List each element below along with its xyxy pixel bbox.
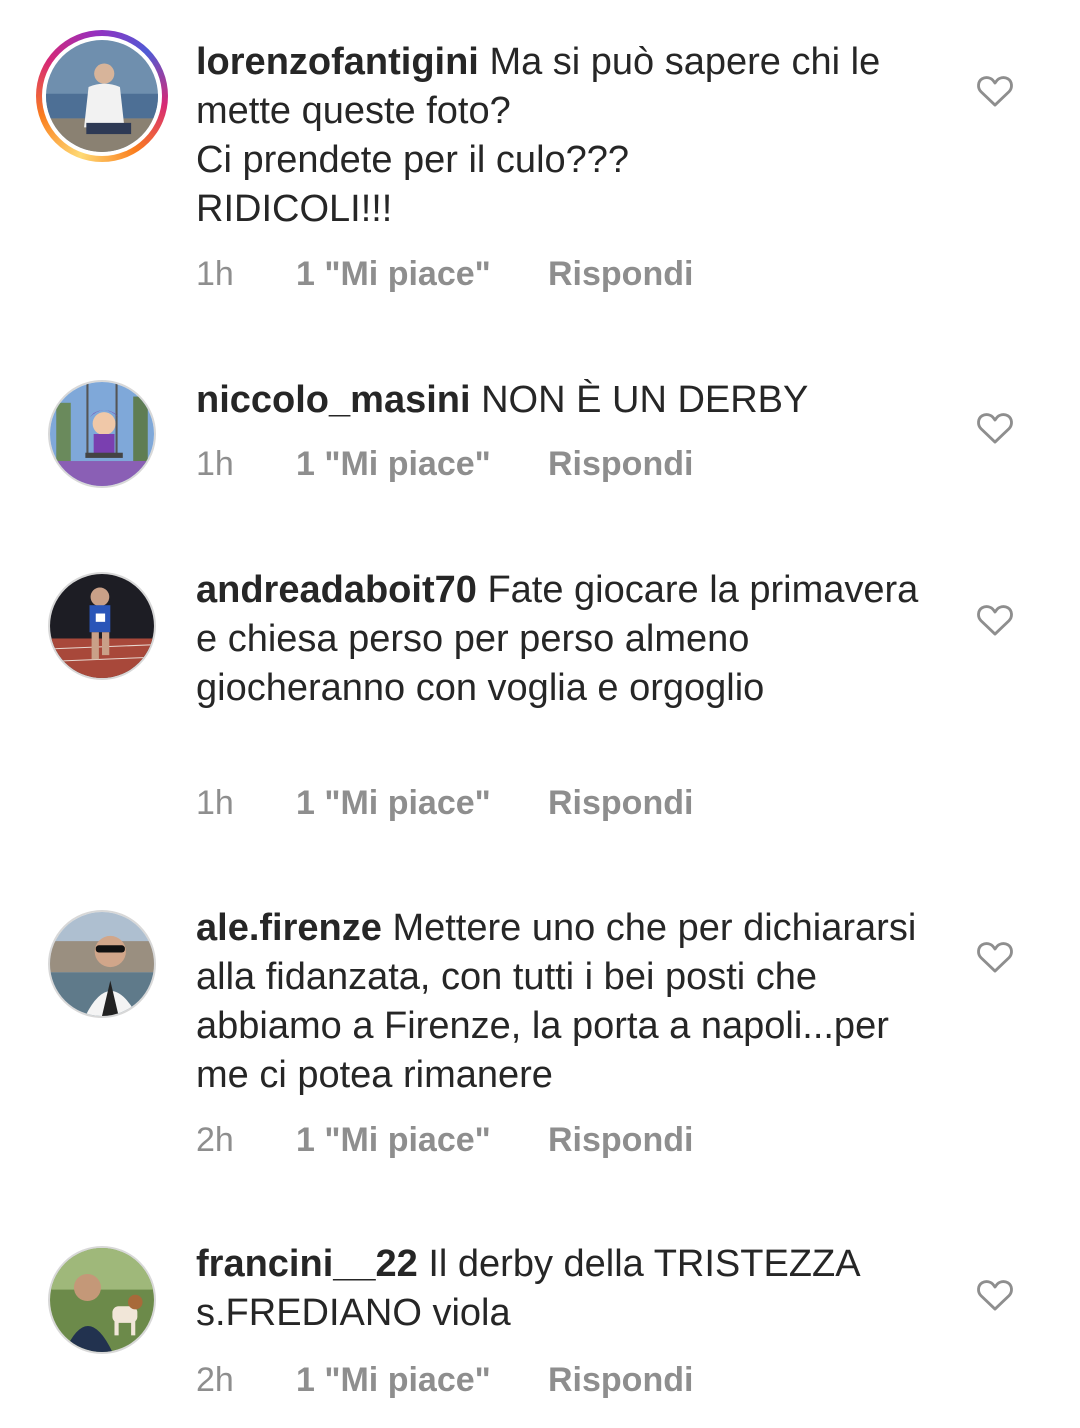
user-avatar-image — [50, 1248, 154, 1352]
avatar[interactable] — [46, 40, 158, 152]
comment-meta: 1h 1 "Mi piace" Rispondi — [196, 254, 693, 294]
comment-item: francini__22 Il derby della TRISTEZZA s.… — [0, 1210, 1080, 1428]
comment-text: ale.firenze Mettere uno che per dichiara… — [196, 904, 936, 1100]
comment-meta: 2h 1 "Mi piace" Rispondi — [196, 1120, 693, 1160]
heart-outline-icon[interactable] — [976, 409, 1014, 445]
comment-time: 1h — [196, 445, 234, 483]
comment-username[interactable]: francini__22 — [196, 1243, 418, 1285]
reply-button[interactable]: Rispondi — [548, 1120, 693, 1160]
comment-likes-link[interactable]: 1 "Mi piace" — [296, 444, 548, 484]
comment-body: NON È UN DERBY — [481, 379, 809, 421]
comment-text: lorenzofantigini Ma si può sapere chi le… — [196, 38, 936, 234]
comment-username[interactable]: niccolo_masini — [196, 379, 471, 421]
comment-item: ale.firenze Mettere uno che per dichiara… — [0, 870, 1080, 1210]
comment-likes-link[interactable]: 1 "Mi piace" — [296, 1120, 548, 1160]
comment-meta: 2h 1 "Mi piace" Rispondi — [196, 1360, 693, 1400]
heart-outline-icon[interactable] — [976, 72, 1014, 108]
user-avatar-image — [50, 574, 154, 678]
comment-meta: 1h 1 "Mi piace" Rispondi — [196, 444, 693, 484]
comment-username[interactable]: ale.firenze — [196, 907, 382, 949]
avatar[interactable] — [48, 380, 156, 488]
comment-time: 1h — [196, 784, 234, 822]
reply-button[interactable]: Rispondi — [548, 1360, 693, 1400]
comment-likes-link[interactable]: 1 "Mi piace" — [296, 1360, 548, 1400]
reply-button[interactable]: Rispondi — [548, 444, 693, 484]
comment-time: 1h — [196, 255, 234, 293]
reply-button[interactable]: Rispondi — [548, 254, 693, 294]
comment-text: francini__22 Il derby della TRISTEZZA s.… — [196, 1240, 936, 1338]
comment-meta: 1h 1 "Mi piace" Rispondi — [196, 783, 693, 823]
reply-button[interactable]: Rispondi — [548, 783, 693, 823]
user-avatar-image — [50, 912, 154, 1016]
comment-text: niccolo_masini NON È UN DERBY — [196, 376, 936, 425]
avatar[interactable] — [48, 910, 156, 1018]
heart-outline-icon[interactable] — [976, 1276, 1014, 1312]
comment-username[interactable]: andreadaboit70 — [196, 569, 477, 611]
avatar[interactable] — [48, 1246, 156, 1354]
comment-item: lorenzofantigini Ma si può sapere chi le… — [0, 0, 1080, 330]
user-avatar-image — [46, 40, 158, 152]
comment-item: andreadaboit70 Fate giocare la primavera… — [0, 530, 1080, 870]
comment-time: 2h — [196, 1361, 234, 1399]
comment-text: andreadaboit70 Fate giocare la primavera… — [196, 566, 936, 713]
comment-item: niccolo_masini NON È UN DERBY 1h 1 "Mi pi… — [0, 330, 1080, 530]
comment-username[interactable]: lorenzofantigini — [196, 41, 479, 83]
heart-outline-icon[interactable] — [976, 938, 1014, 974]
comment-likes-link[interactable]: 1 "Mi piace" — [296, 254, 548, 294]
avatar[interactable] — [48, 572, 156, 680]
comment-time: 2h — [196, 1121, 234, 1159]
comment-likes-link[interactable]: 1 "Mi piace" — [296, 783, 548, 823]
story-ring[interactable] — [36, 30, 168, 162]
heart-outline-icon[interactable] — [976, 601, 1014, 637]
user-avatar-image — [50, 382, 154, 486]
